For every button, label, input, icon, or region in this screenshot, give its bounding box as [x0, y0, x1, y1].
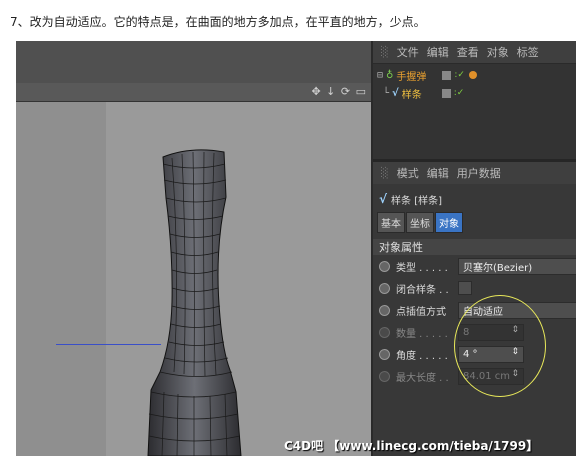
type-dropdown[interactable]: 贝塞尔(Bezier) [458, 257, 576, 275]
layer-box-icon [442, 70, 452, 80]
object-manager: ░ 文件 编辑 查看 对象 标签 ⊟ ♁ 手握弹 :✓ └ √ 样条 :✓ [373, 41, 576, 159]
c4d-screenshot: ✥ ↓ ⟳ ▭ ░ 文件 编辑 查看 对象 标签 ⊟ ♁ 手握弹:✓ └ √ … [16, 41, 576, 456]
menu-object[interactable]: 对象 [487, 44, 509, 60]
tree-branch-icon: └ [383, 87, 390, 99]
menu-mode[interactable]: 模式 [397, 165, 419, 181]
prop-close-spline: 闭合样条 . . [373, 277, 576, 299]
keyframe-radio-icon[interactable] [379, 282, 390, 294]
tab-object[interactable]: 对象 [435, 212, 463, 233]
keyframe-radio-icon[interactable] [379, 348, 390, 360]
keyframe-radio-icon [379, 370, 390, 382]
menu-view[interactable]: 查看 [457, 44, 479, 60]
object-name-lathe[interactable]: 手握弹 [396, 68, 436, 83]
attribute-title-text: 样条 [样条] [391, 195, 442, 207]
material-tag-icon[interactable] [468, 71, 477, 79]
keyframe-radio-icon [379, 326, 390, 338]
viewport-nav-icons[interactable]: ✥ ↓ ⟳ ▭ [311, 85, 367, 98]
viewport-top-bar [16, 41, 371, 83]
viewport-header: ✥ ↓ ⟳ ▭ [16, 83, 371, 102]
spline-icon: √ [379, 192, 388, 206]
keyframe-radio-icon[interactable] [379, 304, 390, 316]
grip-icon[interactable]: ░ [381, 168, 389, 179]
caption-text: 7、改为自动适应。它的特点是，在曲面的地方多加点，在平直的地方，少点。 [10, 15, 426, 29]
grip-icon[interactable]: ░ [381, 47, 389, 58]
tree-expand-icon[interactable]: ⊟ [377, 70, 383, 81]
spline-icon: √ [392, 87, 399, 99]
layer-box-icon [441, 88, 451, 98]
menu-tag[interactable]: 标签 [517, 44, 539, 60]
tab-coord[interactable]: 坐标 [406, 212, 434, 233]
attribute-title: √ 样条 [样条] [373, 190, 576, 208]
lathe-icon: ♁ [386, 69, 394, 81]
viewport-3d[interactable] [16, 102, 371, 456]
object-row-lathe[interactable]: ⊟ ♁ 手握弹 :✓ [373, 67, 576, 83]
highlight-ellipse [454, 295, 546, 397]
lathe-mesh-model [147, 149, 242, 456]
attribute-tabs: 基本 坐标 对象 [373, 212, 576, 233]
prop-type: 类型 . . . . . 贝塞尔(Bezier) [373, 255, 576, 277]
menu-edit[interactable]: 编辑 [427, 165, 449, 181]
object-manager-menu: ░ 文件 编辑 查看 对象 标签 [373, 41, 576, 64]
menu-user-data[interactable]: 用户数据 [457, 165, 501, 181]
object-name-spline[interactable]: 样条 [402, 86, 436, 101]
keyframe-radio-icon[interactable] [379, 260, 390, 272]
tab-basic[interactable]: 基本 [377, 212, 405, 233]
object-row-spline[interactable]: └ √ 样条 :✓ [373, 85, 576, 101]
close-spline-checkbox[interactable] [458, 281, 472, 295]
visibility-check-icon[interactable]: :✓ [454, 70, 465, 80]
visibility-check-icon[interactable]: :✓ [454, 88, 465, 98]
menu-edit[interactable]: 编辑 [427, 44, 449, 60]
section-header: 对象属性 [373, 239, 576, 255]
attribute-manager-menu: ░ 模式 编辑 用户数据 [373, 162, 576, 184]
watermark-text: C4D吧 【www.linecg.com/tieba/1799】 [284, 439, 539, 453]
menu-file[interactable]: 文件 [397, 44, 419, 60]
